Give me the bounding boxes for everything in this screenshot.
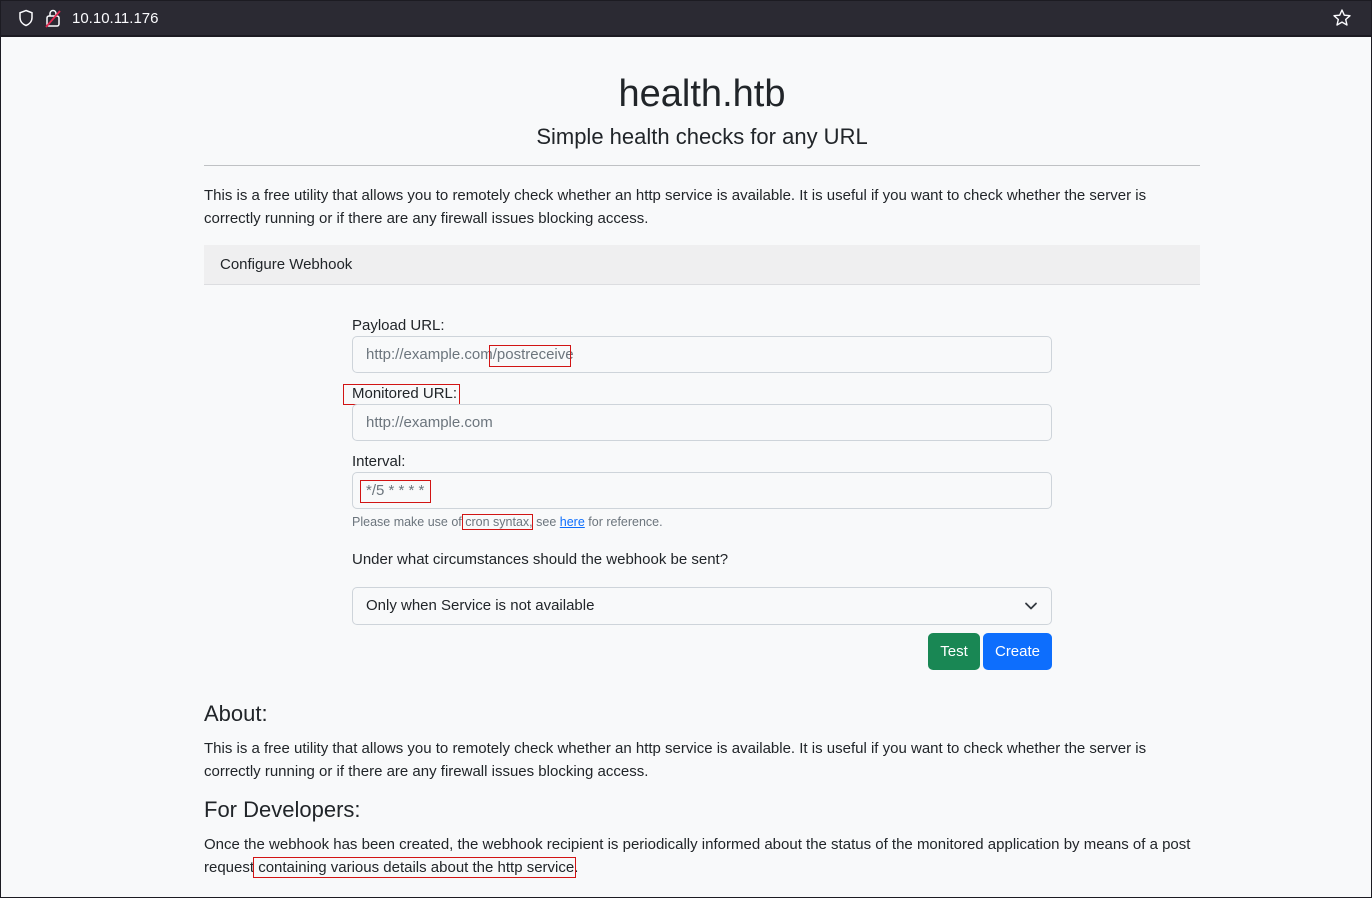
insecure-lock-icon[interactable]: [45, 8, 61, 28]
developers-text: Once the webhook has been created, the w…: [204, 833, 1200, 879]
webhook-card-header: Configure Webhook: [204, 245, 1200, 285]
page-subtitle: Simple health checks for any URL: [536, 124, 868, 149]
about-text: This is a free utility that allows you t…: [204, 740, 1147, 780]
payload-url-input[interactable]: [352, 336, 1052, 373]
help-prefix: Please make use of: [352, 515, 466, 529]
developers-text-line1: Once the webhook has been created, the w…: [204, 836, 1191, 853]
help-suffix: for reference.: [584, 515, 663, 529]
page-viewport: health.htb Simple health checks for any …: [1, 37, 1371, 897]
interval-help-text: Please make use of cron syntax, see here…: [352, 514, 663, 530]
condition-selected-value: Only when Service is not available: [366, 597, 595, 614]
payload-url-label: Payload URL:: [352, 317, 445, 334]
interval-input[interactable]: [352, 472, 1052, 509]
address-text[interactable]: 10.10.11.176: [72, 9, 158, 29]
browser-url-bar: 10.10.11.176: [0, 0, 1372, 36]
cron-reference-link[interactable]: here: [560, 515, 585, 529]
shield-icon[interactable]: [17, 9, 35, 27]
test-button[interactable]: Test: [928, 633, 980, 670]
condition-select[interactable]: Only when Service is not available: [352, 587, 1052, 625]
divider: [204, 165, 1200, 166]
developers-text-prefix: request: [204, 859, 259, 876]
about-heading: About:: [204, 701, 268, 726]
developers-text-highlight: containing various details about the htt…: [258, 859, 579, 876]
condition-label: Under what circumstances should the webh…: [352, 551, 729, 568]
chevron-down-icon: [1025, 602, 1037, 610]
intro-text: This is a free utility that allows you t…: [204, 187, 1147, 227]
interval-label: Interval:: [352, 453, 406, 470]
bookmark-star-icon[interactable]: [1332, 8, 1352, 28]
create-button[interactable]: Create: [983, 633, 1052, 670]
monitored-url-input[interactable]: [352, 404, 1052, 441]
help-mid: see: [532, 515, 560, 529]
developers-heading: For Developers:: [204, 797, 361, 822]
page-title: health.htb: [618, 73, 786, 115]
help-cron-syntax: cron syntax,: [465, 515, 533, 529]
monitored-url-label: Monitored URL:: [352, 385, 458, 402]
